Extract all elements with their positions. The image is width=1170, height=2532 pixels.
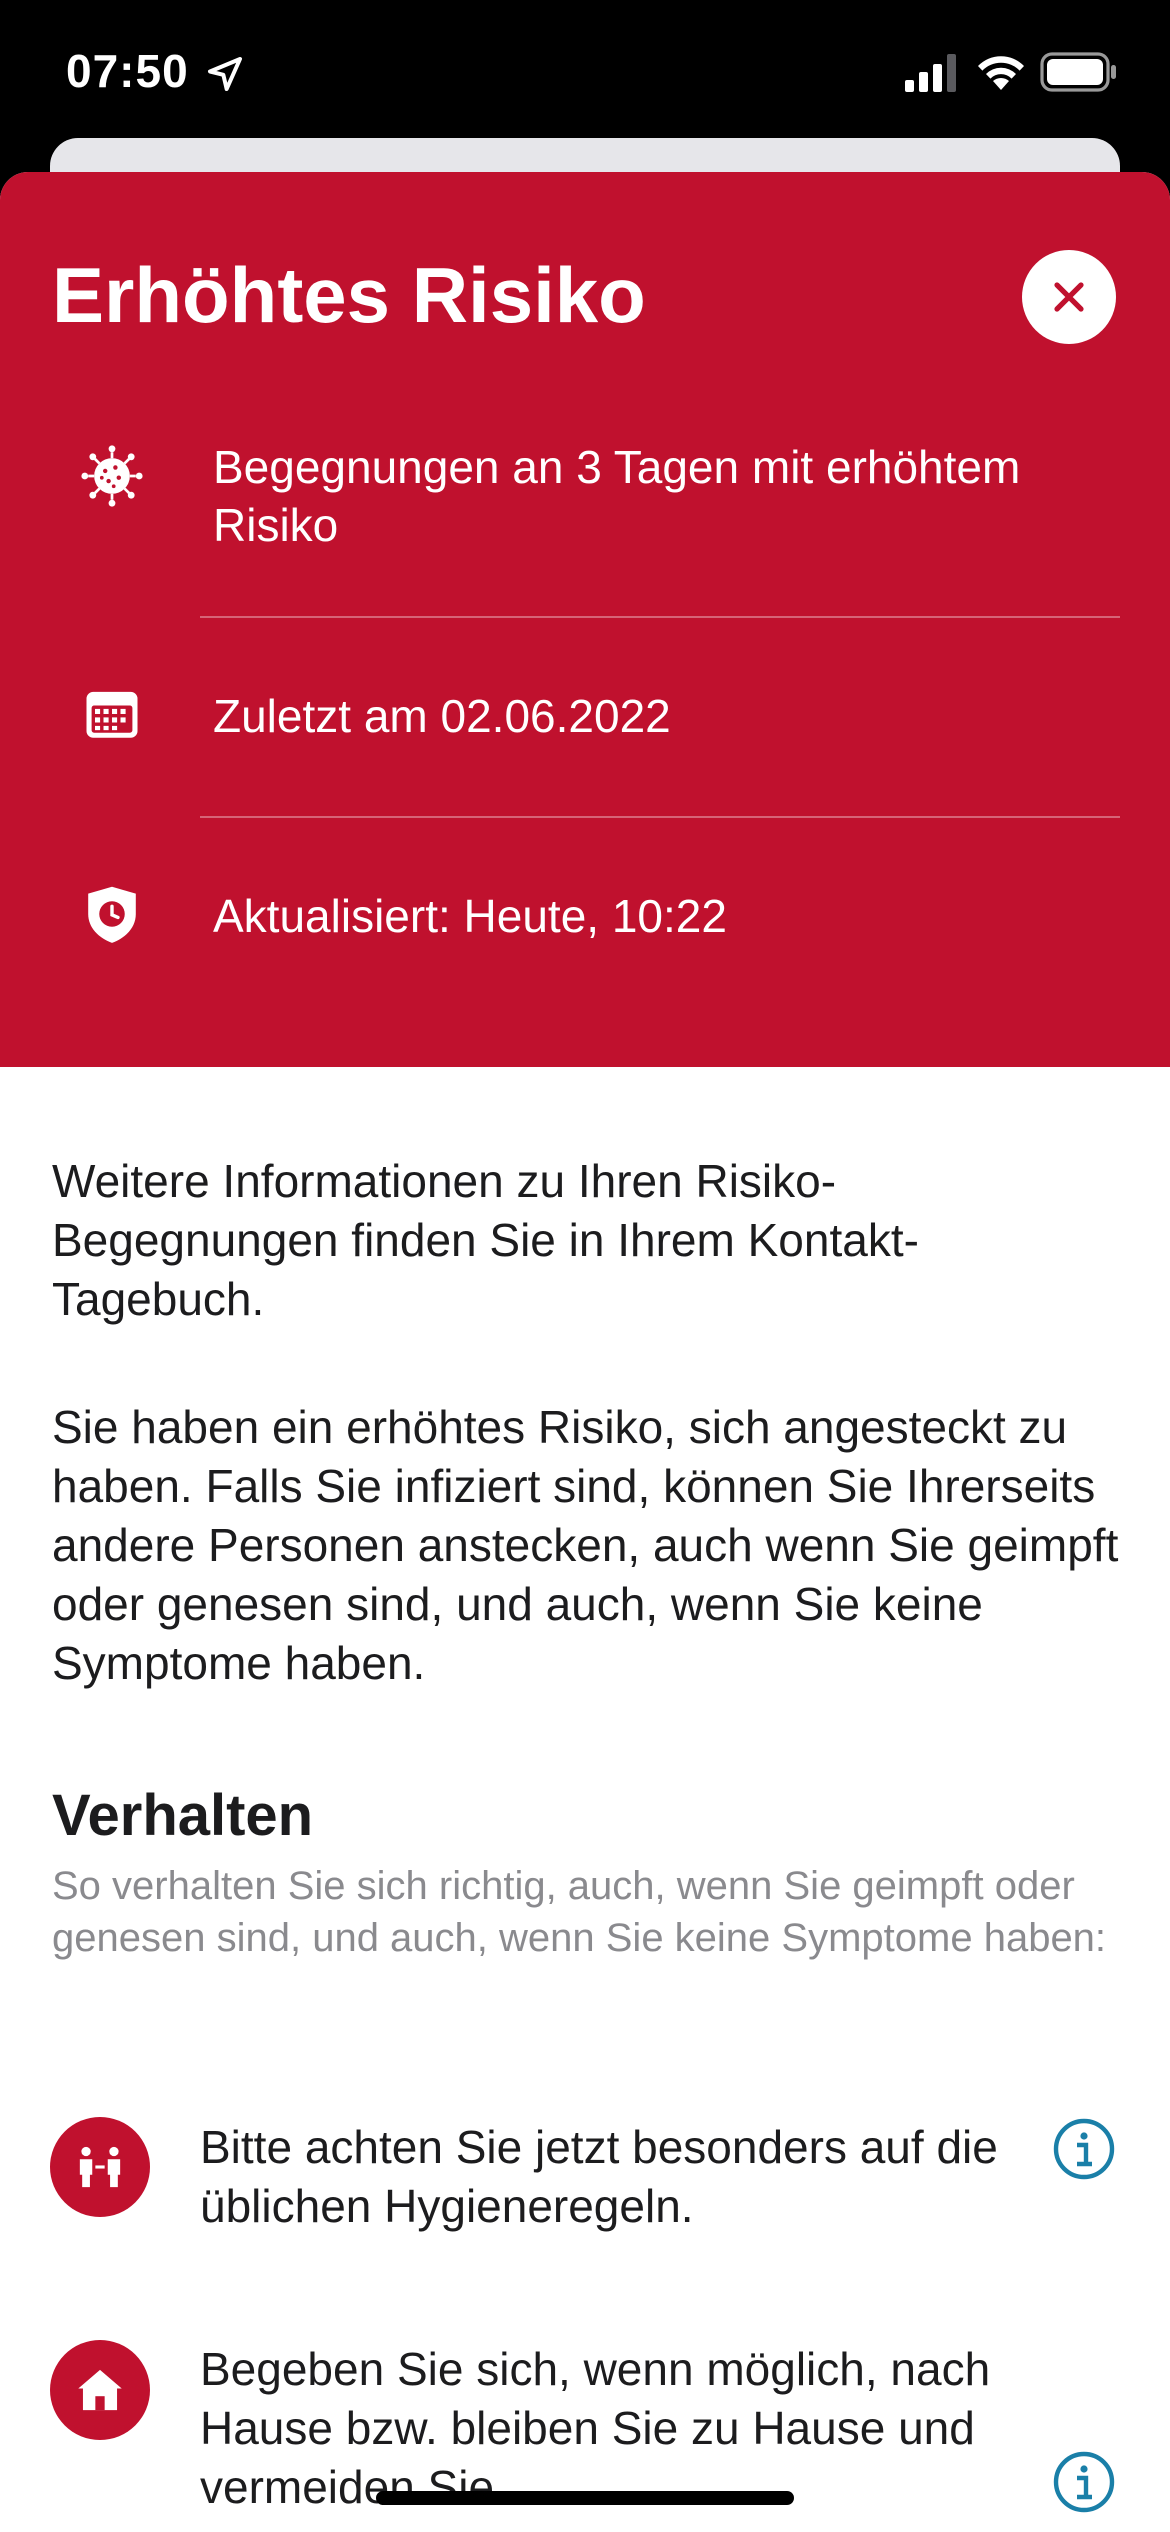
encounters-text: Begegnungen an 3 Tagen mit erhöhtem Risi… bbox=[213, 441, 1021, 551]
last-date-text: Zuletzt am 02.06.2022 bbox=[213, 690, 671, 742]
risk-details-sheet: Erhöhtes Risiko Begegnungen an 3 Tagen m… bbox=[0, 172, 1170, 2532]
close-button[interactable] bbox=[1022, 250, 1116, 344]
home-icon bbox=[50, 2340, 150, 2440]
section-title: Verhalten bbox=[52, 1783, 314, 1848]
updated-text: Aktualisiert: Heute, 10:22 bbox=[213, 890, 727, 942]
info-icon[interactable] bbox=[1052, 2450, 1116, 2514]
info-icon[interactable] bbox=[1052, 2117, 1116, 2181]
virus-icon bbox=[81, 445, 143, 507]
location-arrow-icon bbox=[208, 57, 242, 91]
status-time: 07:50 bbox=[66, 45, 189, 97]
divider bbox=[200, 816, 1120, 818]
screen: 07:50 Erhöhtes Risiko Begegnungen an 3 T… bbox=[0, 0, 1170, 2532]
section-subtitle: So verhalten Sie sich richtig, auch, wen… bbox=[52, 1864, 1107, 1960]
shield-clock-icon bbox=[88, 886, 136, 943]
risk-title: Erhöhtes Risiko bbox=[52, 251, 646, 339]
risk-header-card: Erhöhtes Risiko Begegnungen an 3 Tagen m… bbox=[0, 172, 1170, 1067]
divider bbox=[200, 616, 1120, 618]
risk-paragraph: Sie haben ein erhöhtes Risiko, sich ange… bbox=[52, 1401, 1119, 1689]
hygiene-text: Bitte achten Sie jetzt besonders auf die… bbox=[200, 2121, 998, 2232]
distance-people-icon bbox=[50, 2117, 150, 2217]
info-paragraph: Weitere Informationen zu Ihren Risiko-Be… bbox=[52, 1155, 919, 1325]
wifi-icon bbox=[978, 56, 1024, 90]
home-indicator[interactable] bbox=[376, 2491, 794, 2505]
cellular-signal-icon bbox=[905, 54, 956, 92]
close-icon bbox=[1054, 282, 1084, 312]
battery-icon bbox=[1040, 52, 1116, 92]
status-bar: 07:50 bbox=[0, 0, 1170, 140]
calendar-icon bbox=[86, 691, 138, 738]
